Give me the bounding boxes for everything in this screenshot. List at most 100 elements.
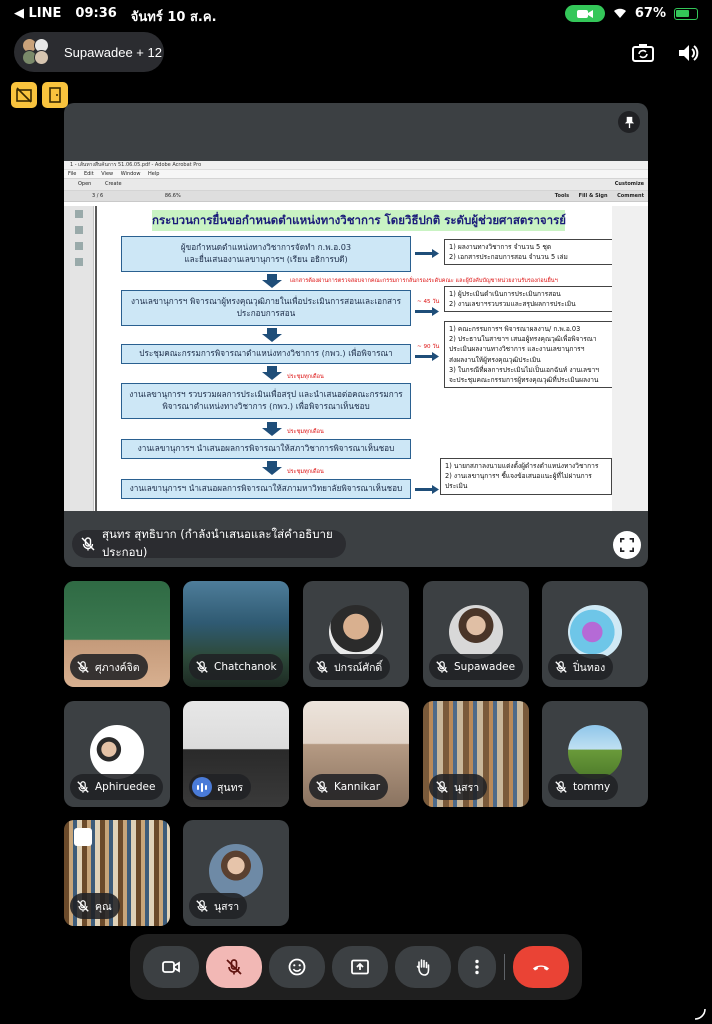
call-info-chip[interactable]: Supawadee + 12 [14,32,164,72]
controls-divider [504,954,505,980]
participant-tile[interactable]: tommy [542,701,648,807]
participant-name-pill: Kannikar [309,774,389,800]
mic-off-icon [77,661,89,673]
participant-name-pill: Aphiruedee [70,774,164,800]
mic-off-icon [316,781,328,793]
fullscreen-icon[interactable] [613,531,641,559]
participant-name: ปิ่นทอง [573,661,606,674]
days-90-label: ~ 90 วัน [417,344,440,350]
wifi-icon [613,8,626,18]
note-2-line1: 1) ผู้ประเมินดำเนินการประเมินการสอน [449,290,561,298]
end-call-button[interactable] [513,946,569,988]
call-controls [130,934,582,1000]
flow-step-1: ผู้ขอกำหนดตำแหน่งทางวิชาการจัดทำ ก.พ.อ.0… [121,236,411,272]
participant-name-pill: สุนทร [189,774,252,800]
flow-step-1-line2: และยื่นเสนองานเลขานุการฯ (เรียน อธิการบด… [184,254,348,264]
flow-step-2: งานเลขานุการฯ พิจารณาผู้ทรงคุณวุฒิภายในเ… [121,290,411,326]
participant-tile[interactable]: Supawadee [423,581,529,687]
mic-off-icon [436,781,448,793]
note-3-line4: ส่งผลงานให้ผู้ทรงคุณวุฒิประเมิน [449,355,541,364]
flow-step-3-line1: ประชุมคณะกรรมการพิจารณาตำแหน่งทางวิชาการ… [139,348,393,359]
acrobat-side-rail [64,206,94,511]
flow-step-6-line1: งานเลขานุการฯ นำเสนอผลการพิจารณาให้สภามห… [129,483,403,494]
mic-off-icon [555,661,567,673]
note-3-line6: จะประชุมคณะกรรมการผู้ทรงคุณวุฒิที่ประเมิ… [449,376,599,385]
participant-avatar [329,605,383,659]
battery-percent: 67% [634,6,666,21]
participant-name-pill: นุสรา [189,893,248,919]
camera-in-use-icon [564,5,605,22]
arrow-right-4 [415,485,439,494]
arrow-right-3 [415,352,439,361]
participant-name-pill: tommy [548,774,619,800]
participant-name: คุณ [95,900,112,913]
reactions-button[interactable] [269,946,325,988]
participant-name: tommy [573,781,611,793]
flow-step-6: งานเลขานุการฯ นำเสนอผลการพิจารณาให้สภามห… [121,479,411,499]
arrow-down-5 [262,461,282,475]
participant-avatar [449,605,503,659]
participant-tile[interactable]: ปกรณ์ศักดิ์ [303,581,409,687]
fill-sign-tab: Fill & Sign [578,193,608,199]
more-options-button[interactable] [458,946,496,988]
participant-name: นุสรา [214,900,240,913]
mic-off-icon [316,661,328,673]
menu-file: File [68,171,77,177]
resize-corner-icon [694,1008,706,1020]
presenter-label: สุนทร สุทธิบาก (กำลังนำเสนอและใส่คำอธิบา… [72,527,346,559]
speaker-icon[interactable] [675,40,701,66]
arrow-right-2 [415,307,439,316]
mic-off-icon [226,959,242,975]
mic-button[interactable] [206,946,262,988]
emoji-icon [288,958,306,976]
participant-tile[interactable]: ปิ่นทอง [542,581,648,687]
participant-tile[interactable]: ศุภางค์จิต [64,581,170,687]
hide-video-icon[interactable] [11,82,37,108]
create-button: Create [104,181,122,187]
participant-avatar [568,725,622,779]
presentation-panel[interactable]: 1 - เส้นทางสืบค้นการ 51.06.05.pdf - Adob… [64,103,648,567]
menu-help: Help [148,171,160,177]
flow-step-1-line1: ผู้ขอกำหนดตำแหน่งทางวิชาการจัดทำ ก.พ.อ.0… [180,242,352,253]
raise-hand-button[interactable] [395,946,451,988]
participant-name-pill: ปกรณ์ศักดิ์ [309,654,391,680]
back-to-app-link[interactable]: ◀ LINE [14,6,61,27]
participant-name: นุสรา [454,781,480,794]
pdf-page-area: กระบวนการยื่นขอกำหนดตำแหน่งทางวิชาการ โด… [95,206,648,511]
note-box-2: 1) ผู้ประเมินดำเนินการประเมินการสอน 2) ง… [444,286,612,313]
meeting-label-1: ประชุมทุกเดือน [287,374,324,380]
pin-icon[interactable] [618,111,640,133]
participant-name-pill: Supawadee [429,654,523,680]
participant-name: สุนทร [217,781,244,794]
participant-name: Supawadee [454,661,516,673]
flow-step-5: งานเลขานุการฯ นำเสนอผลการพิจารณาให้สภาวิ… [121,439,411,459]
participant-avatar [90,725,144,779]
note-2-line2: 2) งานเลขาฯรวบรวมและสรุปผลการประเมิน [449,300,576,309]
arrow-down-3 [262,366,282,380]
present-button[interactable] [332,946,388,988]
participant-tile[interactable]: Chatchanok [183,581,289,687]
flow-step-5-line1: งานเลขานุการฯ นำเสนอผลการพิจารณาให้สภาวิ… [137,443,395,454]
door-exit-icon[interactable] [42,82,68,108]
participant-tile[interactable]: สุนทร [183,701,289,807]
participant-tile[interactable]: นุสรา [423,701,529,807]
participant-name-pill: ปิ่นทอง [548,654,614,680]
camera-button[interactable] [143,946,199,988]
participant-tile[interactable]: Kannikar [303,701,409,807]
participant-tile[interactable]: คุณ [64,820,170,926]
mic-off-icon [196,900,208,912]
participant-tile[interactable]: นุสรา [183,820,289,926]
note-3-line2: 2) ประธานในสาขาฯ เสนอผู้ทรงคุณวุฒิเพื่อพ… [449,335,597,344]
arrow-right-1 [415,249,439,258]
participant-tile[interactable]: Aphiruedee [64,701,170,807]
customize-button: Customize [614,181,644,187]
participant-name-pill: นุสรา [429,774,488,800]
participant-name-pill: คุณ [70,893,120,919]
switch-camera-icon[interactable] [630,40,656,66]
document-title: กระบวนการยื่นขอกำหนดตำแหน่งทางวิชาการ โด… [152,210,566,231]
mic-off-icon [196,661,208,673]
arrow-down-2 [262,328,282,342]
note-box-3: 1) คณะกรรมการฯ พิจารณาผลงาน/ ก.พ.อ.03 2)… [444,321,612,389]
days-45-label: ~ 45 วัน [417,299,440,305]
note-1-line1: 1) ผลงานทางวิชาการ จำนวน 5 ชุด [449,243,552,251]
